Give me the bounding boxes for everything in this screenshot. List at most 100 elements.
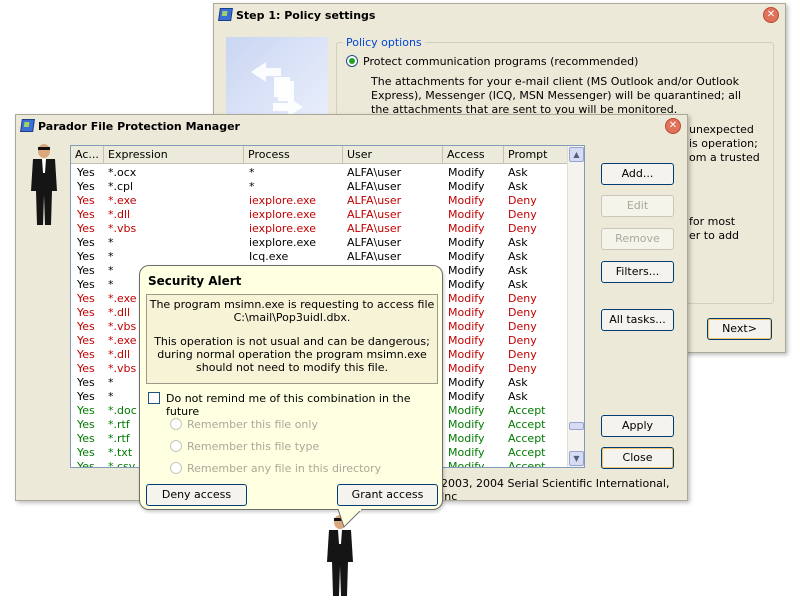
remember-file-radio[interactable] [170,418,182,430]
column-header-user[interactable]: User [343,146,443,164]
remember-type-radio[interactable] [170,440,182,452]
cell-expression: *.dll [108,208,131,221]
edit-button[interactable]: Edit [601,195,674,217]
cell-access-flag: Yes [77,376,95,389]
cell-prompt: Ask [508,264,528,277]
rules-scrollbar[interactable]: ▲ ▼ [567,146,584,467]
cell-access: Modify [448,418,485,431]
cell-prompt: Accept [508,404,546,417]
table-row[interactable]: Yes * Icq.exe ALFA\user Modify Ask [71,250,568,264]
alert-message-line2: C:\mail\Pop3uidl.dbx. [233,311,351,324]
cell-access: Modify [448,278,485,291]
cell-prompt: Ask [508,250,528,263]
cell-access: Modify [448,432,485,445]
all-tasks-button[interactable]: All tasks... [601,309,674,331]
cell-prompt: Deny [508,306,537,319]
cell-prompt: Accept [508,418,546,431]
cell-access-flag: Yes [77,180,95,193]
policy-title-bar[interactable]: Step 1: Policy settings ✕ [214,4,785,26]
remember-directory-label: Remember any file in this directory [187,462,382,475]
policy-description: The attachments for your e-mail client (… [371,75,742,116]
cell-user: ALFA\user [347,222,402,235]
cell-access: Modify [448,404,485,417]
cell-process: * [249,166,255,179]
table-row[interactable]: Yes *.vbs iexplore.exe ALFA\user Modify Deny [71,222,568,236]
cell-access: Modify [448,180,485,193]
close-button[interactable]: Close [601,447,674,469]
cell-access-flag: Yes [77,306,95,319]
cell-access-flag: Yes [77,166,95,179]
policy-options-title: Policy options [343,36,425,49]
alert-message-line1: The program msimn.exe is requesting to a… [149,298,435,311]
app-icon [218,8,233,21]
cell-prompt: Ask [508,278,528,291]
remind-checkbox[interactable] [148,392,160,404]
filters-button[interactable]: Filters... [601,261,674,283]
cell-access: Modify [448,334,485,347]
remind-checkbox-label: Do not remind me of this combination in … [166,392,411,418]
cell-access-flag: Yes [77,362,95,375]
cell-expression: *.vbs [108,222,137,235]
cell-prompt: Deny [508,194,537,207]
column-header-access[interactable]: Access [443,146,504,164]
cell-prompt: Ask [508,180,528,193]
cell-access: Modify [448,320,485,333]
column-header-access-flag[interactable]: Ac... [71,146,104,164]
cell-prompt: Ask [508,390,528,403]
cell-user: ALFA\user [347,180,402,193]
next-button[interactable]: Next> [707,318,772,340]
cell-access: Modify [448,236,485,249]
table-row[interactable]: Yes *.exe iexplore.exe ALFA\user Modify Deny [71,194,568,208]
scroll-up-icon[interactable]: ▲ [569,147,584,162]
cell-access-flag: Yes [77,250,95,263]
cell-prompt: Ask [508,236,528,249]
alert-message-box: The program msimn.exe is requesting to a… [146,294,438,384]
agent-figure [31,144,57,225]
remove-button[interactable]: Remove [601,228,674,250]
close-icon[interactable]: ✕ [763,7,779,23]
cell-access: Modify [448,460,485,468]
partial-text-4: for most [689,215,736,228]
cell-access: Modify [448,348,485,361]
column-header-process[interactable]: Process [244,146,343,164]
table-row[interactable]: Yes *.dll iexplore.exe ALFA\user Modify Deny [71,208,568,222]
add-button[interactable]: Add... [601,163,674,185]
cell-prompt: Accept [508,432,546,445]
cell-access: Modify [448,292,485,305]
scroll-down-icon[interactable]: ▼ [569,451,584,466]
protect-radio[interactable] [346,55,358,67]
table-row[interactable]: Yes *.cpl * ALFA\user Modify Ask [71,180,568,194]
cell-access: Modify [448,250,485,263]
partial-text-2: is operation; [689,137,758,150]
apply-button[interactable]: Apply [601,415,674,437]
table-row[interactable]: Yes * iexplore.exe ALFA\user Modify Ask [71,236,568,250]
cell-access-flag: Yes [77,236,95,249]
cell-expression: *.cpl [108,180,134,193]
cell-expression: *.exe [108,194,137,207]
close-icon[interactable]: ✕ [665,118,681,134]
security-alert-balloon: Security Alert The program msimn.exe is … [139,265,443,528]
partial-text-3: om a trusted [689,151,760,164]
remember-directory-radio[interactable] [170,462,182,474]
cell-access-flag: Yes [77,404,95,417]
cell-process: iexplore.exe [249,236,316,249]
cell-prompt: Deny [508,320,537,333]
deny-access-button[interactable]: Deny access [146,484,247,506]
cell-access: Modify [448,166,485,179]
partial-text-5: er to add [689,229,740,242]
cell-access: Modify [448,376,485,389]
cell-access-flag: Yes [77,334,95,347]
cell-user: ALFA\user [347,250,402,263]
column-header-expression[interactable]: Expression [104,146,244,164]
cell-prompt: Ask [508,376,528,389]
manager-title-bar[interactable]: Parador File Protection Manager ✕ [16,115,687,137]
grant-access-button[interactable]: Grant access [337,484,438,506]
column-header-prompt[interactable]: Prompt [504,146,568,164]
alert-message-line3: This operation is not usual and can be d… [154,335,430,374]
cell-access-flag: Yes [77,432,95,445]
cell-access: Modify [448,264,485,277]
scroll-thumb[interactable] [569,422,584,430]
cell-user: ALFA\user [347,208,402,221]
table-row[interactable]: Yes *.ocx * ALFA\user Modify Ask [71,166,568,180]
cell-access-flag: Yes [77,278,95,291]
